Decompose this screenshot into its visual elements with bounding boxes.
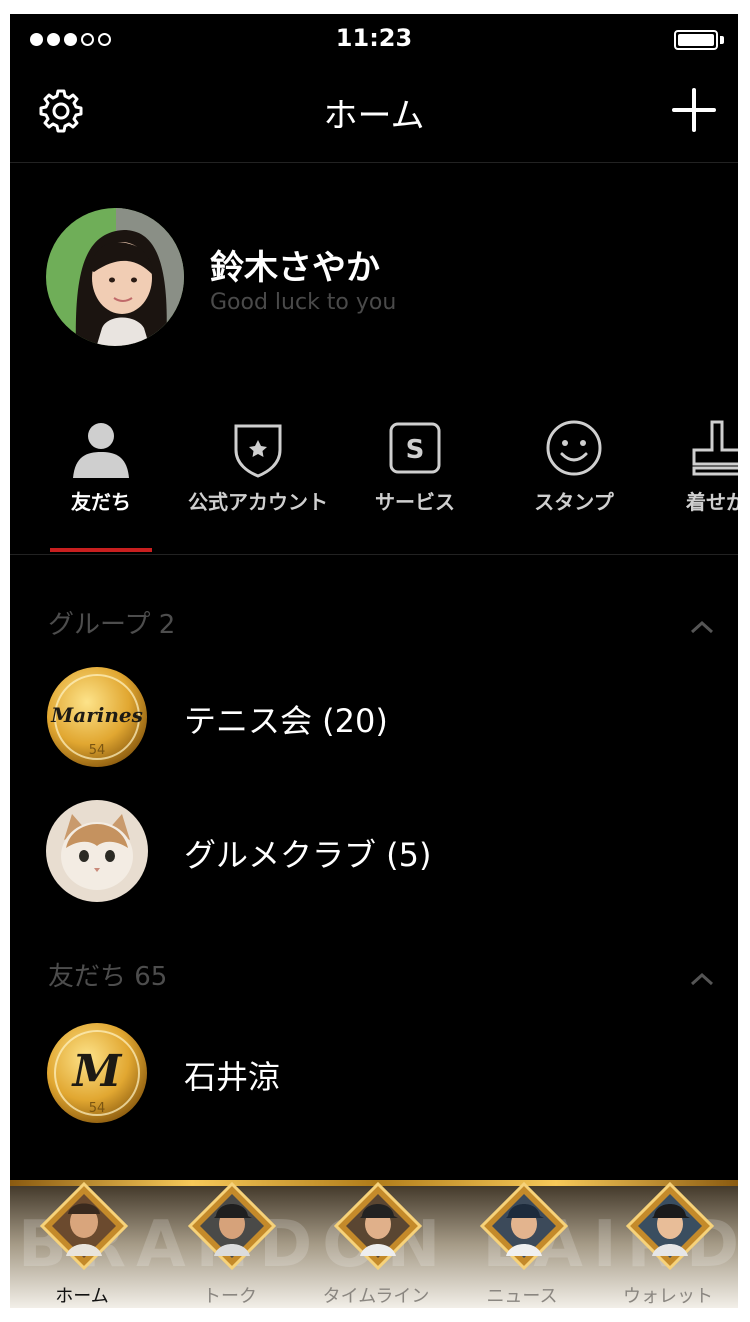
tab-services[interactable]: S サービス [360,410,470,554]
player-badge-icon [479,1181,569,1271]
groups-section-header: グループ 2 [48,610,176,640]
bottom-tab-timeline[interactable]: タイムライン [306,1180,446,1308]
page-title: ホーム [323,96,425,136]
bottom-tab-wallet[interactable]: ウォレット [598,1180,738,1308]
group-name: テニス会 (20) [184,702,388,740]
status-time: 11:23 [335,24,413,52]
tab-label: 着せか [686,490,738,514]
nav-bar: ホーム [10,66,738,163]
shield-star-icon [234,424,282,478]
tab-label: サービス [375,490,455,514]
group-name: グルメクラブ (5) [184,836,432,874]
person-icon [73,423,129,478]
cat-photo-avatar [46,800,148,902]
player-badge-icon [187,1181,277,1271]
svg-text:Marines: Marines [50,703,143,727]
profile-name: 鈴木さやか [210,248,380,288]
tab-friends[interactable]: 友だち [50,410,152,554]
bottom-tab-label: タイムライン [322,1286,430,1307]
player-badge-icon [333,1181,423,1271]
status-bar: 11:23 [10,14,738,66]
marines-badge-avatar: Marines 54 [46,666,148,768]
m-logo-badge-avatar: M 54 [46,1022,148,1124]
phone-screen: 11:23 ホーム 鈴木さやか Good luck to you 友だち 公式ア… [10,14,738,1308]
category-tabs: 友だち 公式アカウント S サービス スタンプ 着せか [10,410,738,555]
friend-name: 石井涼 [184,1058,281,1096]
tab-themes[interactable]: 着せか [682,410,738,554]
bottom-tab-label: ホーム [55,1286,109,1307]
tab-label: 公式アカウント [188,490,328,514]
active-tab-indicator [50,548,152,552]
collapse-friends-chevron-icon[interactable] [688,970,716,988]
bottom-tab-label: ニュース [486,1286,558,1307]
bottom-tab-label: ウォレット [623,1286,713,1307]
battery-icon [674,30,724,50]
friends-section-header: 友だち 65 [48,962,168,992]
bottom-tab-talk[interactable]: トーク [160,1180,300,1308]
svg-text:54: 54 [89,743,106,758]
smiley-icon [546,420,602,476]
bottom-tab-bar: BRANDON LAIRD ホーム トーク [10,1180,738,1308]
tab-label: 友だち [71,490,131,514]
theme-icon [692,420,738,476]
bottom-tab-news[interactable]: ニュース [452,1180,592,1308]
svg-text:54: 54 [89,1101,106,1116]
profile-avatar[interactable] [46,208,184,346]
add-plus-icon[interactable] [670,86,718,134]
player-badge-icon [39,1181,129,1271]
my-profile[interactable]: 鈴木さやか Good luck to you [10,204,738,354]
tab-official-accounts[interactable]: 公式アカウント [176,410,340,554]
group-row-gourmet[interactable]: グルメクラブ (5) [10,796,738,906]
tab-stickers[interactable]: スタンプ [514,410,634,554]
friend-row[interactable]: M 54 石井涼 [10,1018,738,1128]
bottom-tab-home[interactable]: ホーム [12,1180,152,1308]
group-row-tennis[interactable]: Marines 54 テニス会 (20) [10,662,738,772]
svg-text:M: M [71,1046,123,1097]
bottom-tab-label: トーク [203,1286,257,1307]
player-badge-icon [625,1181,715,1271]
service-s-icon: S [389,422,441,474]
profile-status-message: Good luck to you [210,290,397,315]
tab-label: スタンプ [534,490,614,514]
collapse-groups-chevron-icon[interactable] [688,618,716,636]
svg-text:S: S [406,435,425,465]
